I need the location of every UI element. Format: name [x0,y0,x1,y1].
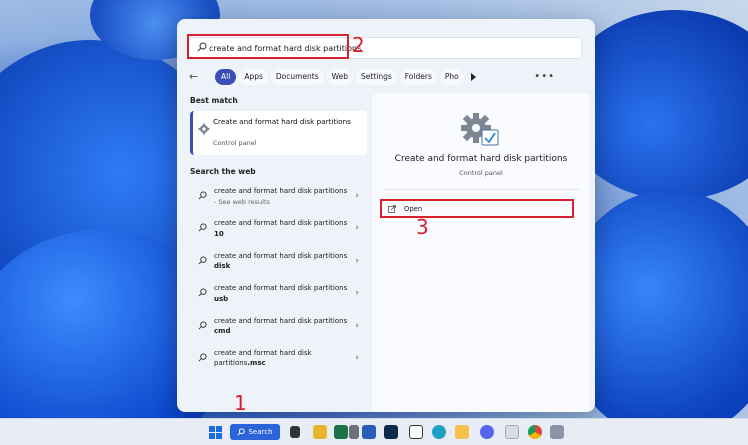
taskbar-search-label: Search [248,428,273,436]
web-result-text: create and format hard disk partitions 1… [214,219,348,238]
tab-all[interactable]: All [215,69,237,85]
web-result-item[interactable]: create and format hard disk partitions c… [190,312,367,344]
app-icon[interactable] [550,425,564,439]
web-result-text: create and format hard disk partitions -… [214,187,348,206]
best-match-subtitle: Control panel [213,139,257,147]
filter-tabs: ← All Apps Documents Web Settings Folder… [189,69,476,85]
chevron-right-icon: › [355,288,359,299]
tab-photos[interactable]: Pho [439,69,464,85]
annotation-number-3: 3 [416,215,429,239]
web-result-item[interactable]: create and format hard disk partitions -… [190,182,367,214]
web-result-text: create and format hard disk partitions d… [214,251,348,271]
best-match-item[interactable]: Create and format hard disk partitions C… [190,111,367,155]
best-match-heading: Best match [190,96,238,105]
annotation-box-open [380,199,574,218]
annotation-number-2: 2 [352,33,365,57]
tab-apps[interactable]: Apps [239,69,268,85]
app-icon[interactable] [349,425,359,439]
chevron-right-icon: › [355,223,359,234]
excel-icon[interactable] [334,425,348,439]
search-icon [198,223,207,232]
search-web-heading: Search the web [190,167,256,176]
discord-icon[interactable] [480,425,494,439]
web-result-text: create and format hard disk partitions.m… [214,348,312,368]
file-explorer-icon[interactable] [313,425,327,439]
chevron-right-icon: › [355,320,359,331]
results-list: Best match Create and format hard disk p… [190,96,370,376]
scroll-tabs-right-icon[interactable] [470,73,476,81]
preview-title: Create and format hard disk partitions [394,154,568,164]
web-result-text: create and format hard disk partitions u… [214,284,348,303]
chevron-right-icon: › [355,352,359,363]
control-panel-gear-icon [461,113,499,146]
tab-web[interactable]: Web [326,69,353,85]
notion-icon[interactable] [409,425,423,439]
search-icon [198,353,207,362]
control-panel-gear-icon [198,123,210,135]
search-icon [198,191,207,200]
taskbar: Search [0,418,748,445]
web-result-item[interactable]: create and format hard disk partitions.m… [190,344,367,376]
preview-pane: Create and format hard disk partitions C… [372,94,590,412]
preview-subtitle: Control panel [459,169,503,177]
search-icon [237,428,246,436]
edge-icon[interactable] [432,425,446,439]
task-view-icon[interactable] [290,426,300,438]
annotation-number-1: 1 [234,391,247,415]
folder-icon[interactable] [455,425,469,439]
search-icon [198,288,207,297]
windows-start-icon[interactable] [209,426,222,439]
search-icon [198,256,207,265]
chevron-right-icon: › [355,255,359,266]
web-result-item[interactable]: create and format hard disk partitions d… [190,247,367,279]
annotation-box-search [187,34,349,59]
best-match-title: Create and format hard disk partitions [213,117,351,126]
tab-documents[interactable]: Documents [270,69,324,85]
app-icon[interactable] [505,425,519,439]
tab-folders[interactable]: Folders [399,69,437,85]
taskbar-search-button[interactable]: Search [230,424,280,440]
photoshop-icon[interactable] [384,425,398,439]
web-result-item[interactable]: create and format hard disk partitions u… [190,279,367,311]
search-icon [198,321,207,329]
web-result-text: create and format hard disk partitions c… [214,316,348,336]
tab-settings[interactable]: Settings [356,69,397,85]
divider [382,189,580,190]
back-arrow-icon[interactable]: ← [189,70,203,84]
chrome-icon[interactable] [528,425,542,439]
more-options-icon[interactable]: ••• [534,71,555,82]
chevron-right-icon: › [355,191,359,201]
web-result-item[interactable]: create and format hard disk partitions 1… [190,214,367,246]
word-icon[interactable] [362,425,376,439]
